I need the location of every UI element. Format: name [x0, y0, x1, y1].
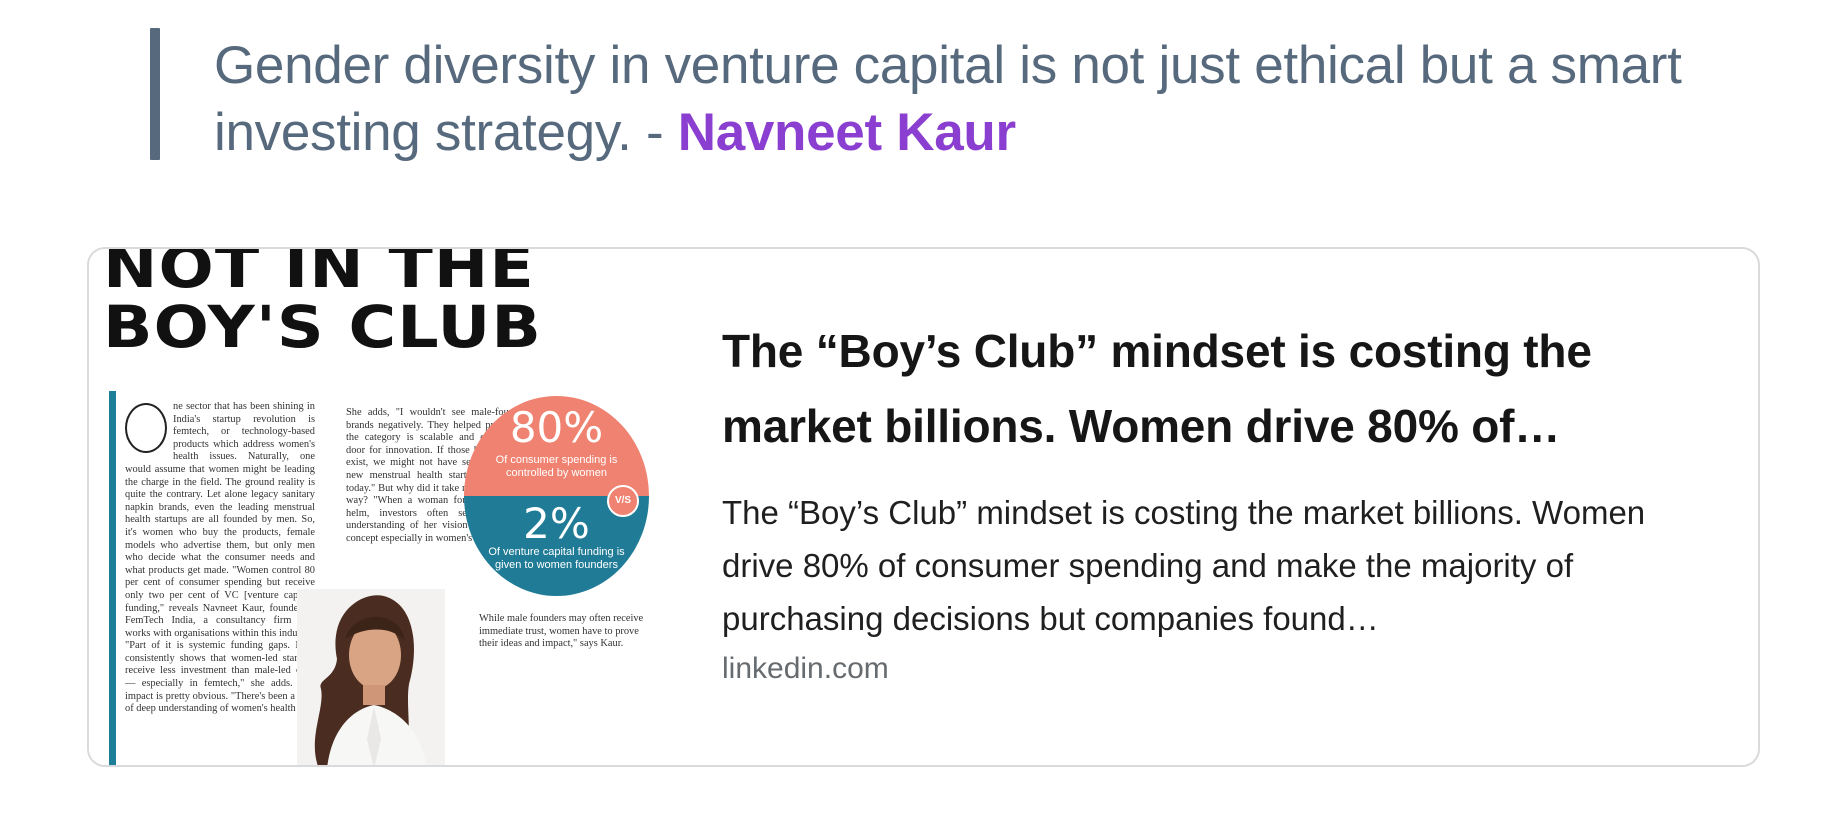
link-preview-title[interactable]: The “Boy’s Club” mindset is costing the … — [722, 314, 1702, 464]
article-column-1: ne sector that has been shining in India… — [125, 401, 315, 765]
blockquote: Gender diversity in venture capital is n… — [150, 28, 1750, 162]
stat-top-value: 80% — [509, 403, 604, 452]
link-preview-description: The “Boy’s Club” mindset is costing the … — [722, 494, 1646, 637]
newspaper-headline: NOT IN THE BOY'S CLUB — [103, 249, 669, 357]
versus-badge: V/S — [607, 485, 639, 517]
quote-text: Gender diversity in venture capital is n… — [214, 32, 1754, 166]
article-column-3: While male founders may often receive im… — [479, 613, 644, 650]
quote-author-link[interactable]: Navneet Kaur — [678, 103, 1016, 162]
headline-line-1: NOT IN THE — [103, 249, 535, 301]
dropcap-o — [125, 403, 167, 453]
link-preview-domain: linkedin.com — [722, 652, 889, 685]
stat-top-caption: Of consumer spending is controlled by wo… — [495, 454, 618, 479]
stat-bottom-caption: Of venture capital funding is given to w… — [488, 546, 625, 571]
headline-line-2: BOY'S CLUB — [103, 293, 542, 361]
link-preview-card[interactable]: NOT IN THE BOY'S CLUB ne sector that has… — [87, 247, 1760, 767]
quote-bar — [150, 28, 160, 160]
article-side-rule — [109, 391, 116, 765]
woman-portrait-photo-icon — [297, 589, 445, 765]
link-preview-thumbnail[interactable]: NOT IN THE BOY'S CLUB ne sector that has… — [89, 249, 669, 765]
